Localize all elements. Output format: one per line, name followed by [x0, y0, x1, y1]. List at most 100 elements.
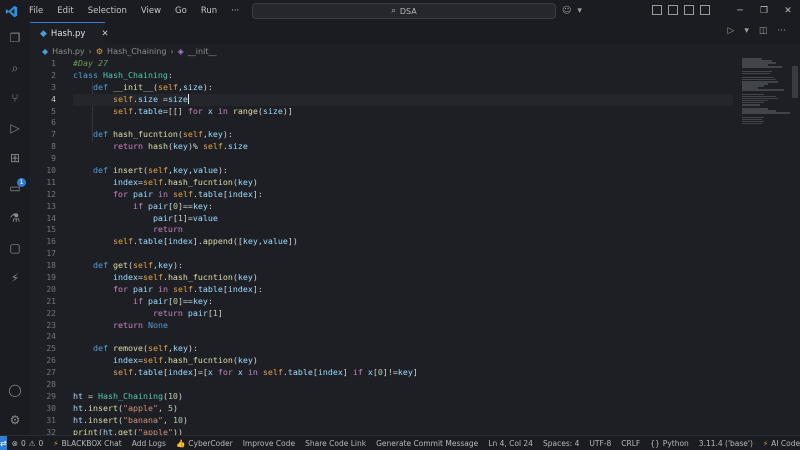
line-number: 10 — [46, 166, 56, 176]
code-line: pair[1]=value — [152, 212, 218, 223]
encoding[interactable]: UTF-8 — [584, 439, 616, 448]
toggle-secondary-sidebar-icon[interactable] — [684, 5, 694, 15]
line-number: 13 — [46, 201, 56, 211]
more-actions-icon[interactable]: ··· — [777, 26, 786, 36]
layout-controls — [652, 5, 710, 15]
breadcrumb-class[interactable]: Hash_Chaining — [107, 47, 166, 56]
run-file-icon[interactable]: ▷ — [727, 26, 734, 36]
error-icon: ⊗ — [11, 438, 18, 448]
chevron-right-icon: › — [88, 46, 92, 56]
minimize-icon[interactable]: ─ — [728, 0, 752, 22]
command-center-search[interactable]: ⌕ DSA — [252, 3, 556, 19]
line-number: 8 — [51, 142, 56, 152]
title-bar: File Edit Selection View Go Run ··· ← → … — [0, 0, 800, 22]
run-debug-icon[interactable]: ▷ — [7, 120, 23, 136]
line-number: 6 — [51, 118, 56, 128]
language-mode[interactable]: {} Python — [645, 439, 694, 448]
breadcrumb-method[interactable]: __init__ — [188, 47, 217, 56]
code-line: if pair[0]==key: — [132, 295, 213, 306]
toggle-sidebar-icon[interactable] — [652, 5, 662, 15]
tab-label: Hash.py — [50, 28, 86, 39]
close-window-icon[interactable]: ✕ — [776, 0, 800, 22]
lightning-icon[interactable]: ⚡ — [7, 270, 23, 286]
chevron-down-icon[interactable]: ▾ — [744, 26, 749, 36]
menu-file[interactable]: File — [22, 0, 50, 22]
code-editor[interactable]: 1 2 3 4 5 6 7 8 9 10 11 12 13 14 15 16 17 18 19 20 21 22 23 24 2… — [30, 58, 740, 437]
source-control-icon[interactable]: ⑂ — [7, 90, 23, 106]
line-number: 31 — [46, 415, 56, 425]
line-ending[interactable]: CRLF — [616, 439, 645, 448]
code-area[interactable]: #Day 27 class Hash_Chaining: def __init_… — [73, 58, 733, 439]
line-number: 29 — [46, 391, 56, 401]
explorer-icon[interactable]: ❐ — [7, 30, 23, 46]
ai-code-chat-button[interactable]: ⚡ AI Code Chat — [758, 439, 800, 448]
search-icon[interactable]: ⌕ — [7, 60, 23, 76]
line-number: 16 — [46, 237, 56, 247]
generate-commit-message-button[interactable]: Generate Commit Message — [371, 439, 483, 448]
add-logs-button[interactable]: Add Logs — [127, 439, 171, 448]
menu-edit[interactable]: Edit — [50, 0, 80, 22]
menu-selection[interactable]: Selection — [81, 0, 134, 22]
line-number: 26 — [46, 356, 56, 366]
menu-go[interactable]: Go — [168, 0, 194, 22]
warning-icon: ⚠ — [28, 438, 36, 448]
remote-indicator-icon[interactable]: ⇄ — [0, 435, 7, 450]
code-line: for pair in self.table[index]: — [112, 283, 263, 294]
problems-indicator[interactable]: ⊗ 0 ⚠ 0 — [7, 439, 49, 448]
line-number: 25 — [46, 344, 56, 354]
menu-bar: File Edit Selection View Go Run ··· — [22, 0, 246, 22]
method-icon: ◈ — [177, 46, 184, 56]
settings-gear-icon[interactable]: ⚙ — [7, 412, 23, 428]
share-code-link-button[interactable]: Share Code Link — [300, 439, 371, 448]
code-line: def remove(self,key): — [92, 343, 198, 354]
cybercoder-button[interactable]: 👍 CyberCoder — [171, 439, 238, 448]
chevron-down-icon[interactable]: ▾ — [575, 6, 584, 16]
error-count: 0 — [21, 438, 26, 448]
chat-icon[interactable]: ▢ — [7, 240, 23, 256]
lightning-icon: ⚡ — [53, 438, 59, 448]
improve-code-button[interactable]: Improve Code — [238, 439, 300, 448]
breadcrumb-file[interactable]: Hash.py — [52, 47, 85, 56]
code-line: ht.insert("apple", 5) — [73, 402, 178, 413]
copilot-area: ☺ ▾ — [560, 0, 584, 22]
line-number: 7 — [51, 130, 56, 140]
indentation[interactable]: Spaces: 4 — [538, 439, 584, 448]
python-interpreter[interactable]: 3.11.4 ('base') — [694, 439, 758, 448]
tab-hash-py[interactable]: ◆ Hash.py ✕ — [30, 22, 109, 44]
python-file-icon: ◆ — [42, 46, 49, 56]
code-line: def __init__(self,size): — [92, 81, 213, 92]
vertical-scrollbar[interactable] — [792, 66, 798, 98]
minimap[interactable] — [742, 58, 792, 125]
tab-bar: ◆ Hash.py ✕ ▷ ▾ ◫ ··· — [30, 22, 800, 44]
line-number: 28 — [46, 380, 56, 390]
menu-run[interactable]: Run — [194, 0, 224, 22]
restore-icon[interactable]: ❐ — [752, 0, 776, 22]
blackbox-chat-button[interactable]: ⚡ BLACKBOX Chat — [48, 439, 126, 448]
code-line: ht = Hash_Chaining(10) — [73, 390, 183, 401]
line-number: 11 — [46, 177, 56, 187]
close-icon[interactable]: ✕ — [101, 29, 108, 39]
cursor-position[interactable]: Ln 4, Col 24 — [483, 439, 538, 448]
minimap-line — [742, 104, 760, 106]
remote-explorer-icon[interactable]: ▭ — [7, 180, 23, 196]
line-number-gutter: 1 2 3 4 5 6 7 8 9 10 11 12 13 14 15 16 17 18 19 20 21 22 23 24 2… — [30, 58, 56, 439]
language-label: Python — [662, 438, 689, 448]
line-number: 5 — [51, 106, 56, 116]
thumbs-up-icon: 👍 — [175, 438, 186, 448]
menu-view[interactable]: View — [134, 0, 168, 22]
extensions-icon[interactable]: ⊞ — [7, 150, 23, 166]
line-number: 21 — [46, 296, 56, 306]
account-icon[interactable]: ◯ — [7, 382, 23, 398]
chevron-right-icon: › — [170, 46, 174, 56]
line-number: 22 — [46, 308, 56, 318]
copilot-icon[interactable]: ☺ — [560, 6, 573, 16]
code-line: self.table[index].append([key,value]) — [112, 236, 298, 247]
split-editor-icon[interactable]: ◫ — [759, 26, 768, 36]
customize-layout-icon[interactable] — [700, 5, 710, 15]
toggle-panel-icon[interactable] — [668, 5, 678, 15]
code-line: self.size =size — [73, 93, 733, 106]
testing-icon[interactable]: ⚗ — [7, 210, 23, 226]
menu-more[interactable]: ··· — [224, 0, 246, 22]
